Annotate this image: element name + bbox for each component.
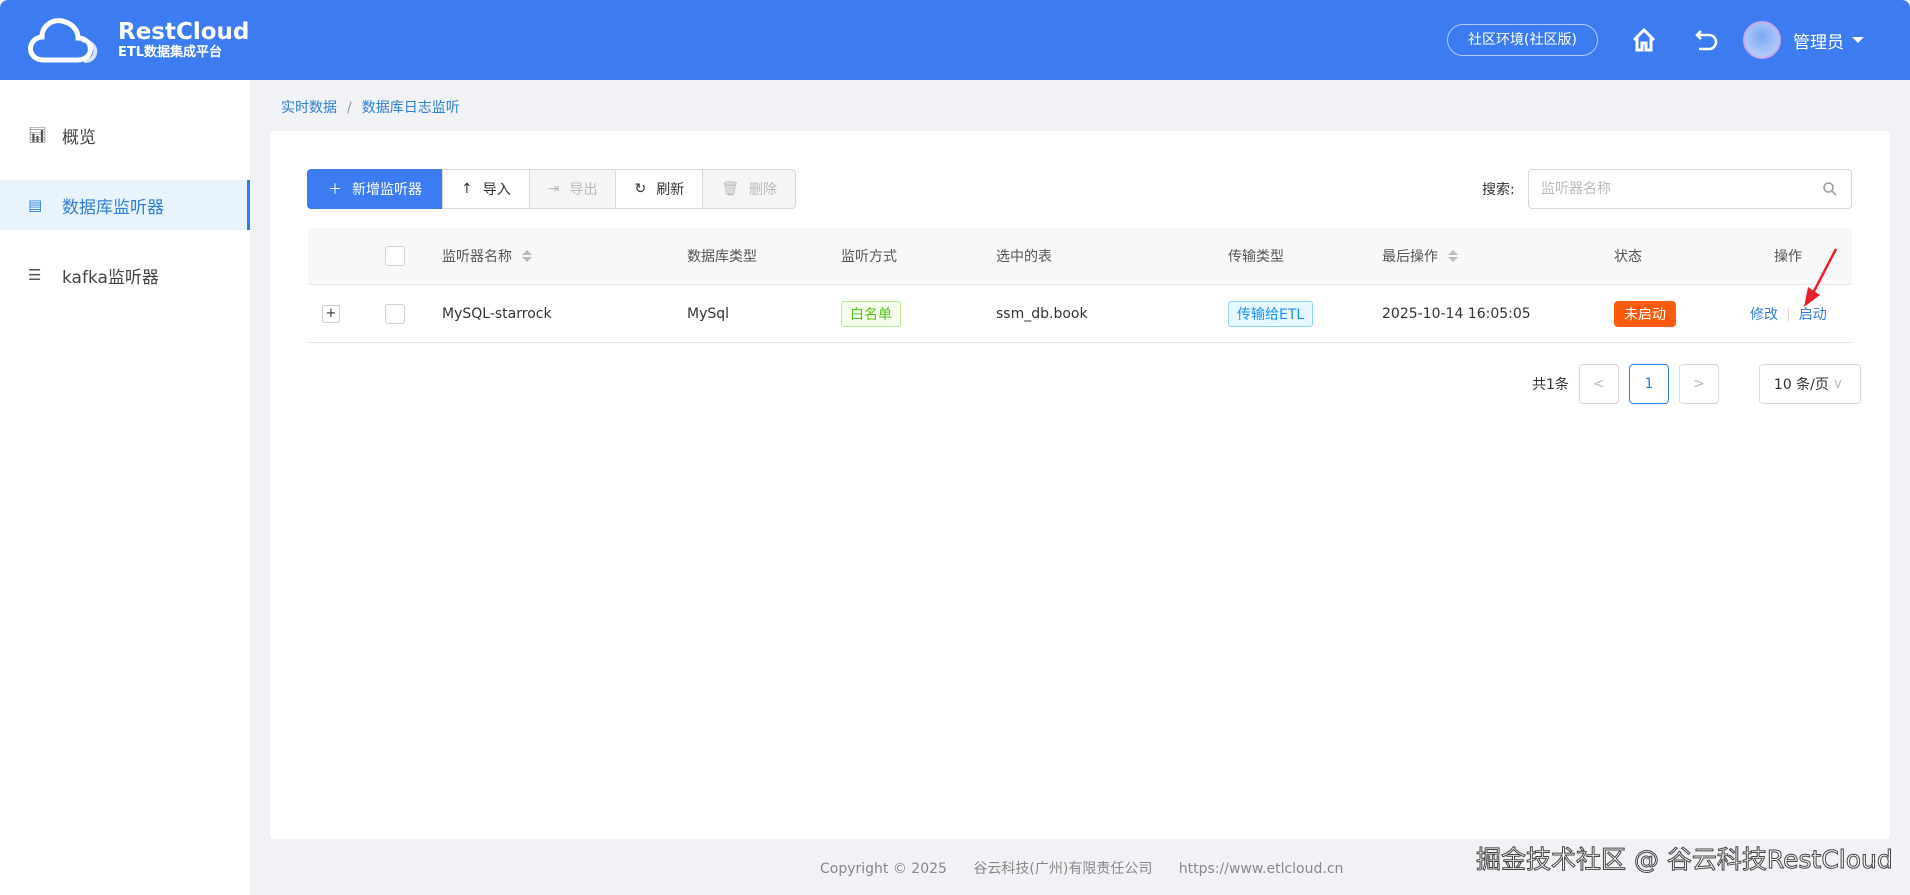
export-label: 导出 [569, 182, 598, 198]
page-size-label: 10 条/页 [1773, 377, 1829, 393]
total-count: 共1条 [1532, 377, 1569, 393]
list-icon: ☰ [28, 266, 42, 284]
table-row: + MySQL-starrock MySql 白名单 ssm_db.book 传… [308, 285, 1852, 343]
select-all-checkbox[interactable] [385, 246, 405, 266]
mode-tag: 白名单 [841, 300, 901, 327]
export-button[interactable]: ⇥ 导出 [528, 169, 617, 209]
plus-icon: ＋ [328, 182, 342, 198]
col-actions: 操作 [1774, 249, 1802, 265]
sidebar: 📊︎ 概览 ▤ 数据库监听器 ☰ kafka监听器 [0, 80, 250, 895]
watermark: 掘金技术社区 @ 谷云科技RestCloud [1476, 845, 1894, 875]
row-checkbox[interactable] [385, 303, 405, 324]
sidebar-item-label: 概览 [62, 127, 96, 148]
refresh-label: 刷新 [656, 182, 685, 198]
arrow-up-icon: ↑ [461, 181, 473, 197]
avatar[interactable] [1743, 21, 1781, 59]
export-icon: ⇥ [547, 181, 560, 197]
page-1-button[interactable]: 1 [1628, 364, 1669, 404]
edit-link[interactable]: 修改 [1750, 304, 1778, 324]
back-icon[interactable] [1692, 26, 1720, 54]
toolbar: ＋ 新增监听器 ↑ 导入 ⇥ 导出 ↻ 刷新 🗑︎ 删除 [307, 169, 796, 209]
search-icon[interactable] [1822, 181, 1838, 197]
cell-name: MySQL-starrock [442, 305, 552, 322]
sidebar-item-database-listener[interactable]: ▤ 数据库监听器 [0, 180, 250, 230]
refresh-icon: ↻ [634, 181, 647, 197]
breadcrumb-realtime[interactable]: 实时数据 [281, 100, 337, 116]
search-input[interactable] [1528, 169, 1852, 209]
logo[interactable]: RestCloud ETL数据集成平台 [26, 16, 249, 64]
cell-table: ssm_db.book [996, 305, 1088, 322]
sort-icon[interactable] [1448, 250, 1458, 262]
home-icon[interactable] [1630, 26, 1658, 54]
col-name[interactable]: 监听器名称 [442, 228, 532, 284]
col-status: 状态 [1614, 249, 1642, 265]
chevron-down-icon[interactable] [1852, 37, 1864, 49]
breadcrumb: 实时数据 / 数据库日志监听 [281, 97, 460, 117]
expand-row-button[interactable]: + [322, 304, 340, 323]
col-last-op-label: 最后操作 [1382, 249, 1438, 265]
import-label: 导入 [482, 182, 511, 198]
sidebar-item-label: 数据库监听器 [62, 197, 164, 218]
trash-icon: 🗑︎ [721, 181, 739, 197]
col-name-label: 监听器名称 [442, 249, 512, 265]
listener-table: 监听器名称 数据库类型 监听方式 选中的表 传输类型 最后操作 状态 操作 + … [308, 228, 1852, 343]
database-icon: ▤ [28, 196, 43, 214]
add-listener-button[interactable]: ＋ 新增监听器 [307, 169, 443, 209]
website-link[interactable]: https://www.etlcloud.cn [1179, 861, 1344, 877]
next-page-button[interactable]: > [1678, 364, 1719, 404]
footer: Copyright © 2025 谷云科技(广州)有限责任公司 https://… [820, 858, 1365, 878]
sort-icon[interactable] [522, 250, 532, 262]
transfer-tag: 传输给ETL [1228, 300, 1314, 327]
pagination: 共1条 < 1 > 10 条/页 ∨ [1532, 364, 1861, 404]
sidebar-item-kafka-listener[interactable]: ☰ kafka监听器 [0, 250, 250, 300]
search-label: 搜索: [1482, 182, 1515, 198]
cell-db-type: MySql [687, 305, 730, 322]
cell-last-op: 2025-10-14 16:05:05 [1382, 305, 1531, 322]
main-card: ＋ 新增监听器 ↑ 导入 ⇥ 导出 ↻ 刷新 🗑︎ 删除 搜索: 监听器名称 数据库类型 … [270, 131, 1890, 839]
refresh-button[interactable]: ↻ 刷新 [615, 169, 704, 209]
environment-badge[interactable]: 社区环境(社区版) [1447, 24, 1598, 56]
sidebar-item-overview[interactable]: 📊︎ 概览 [0, 110, 250, 160]
sidebar-item-label: kafka监听器 [62, 267, 159, 288]
col-db-type: 数据库类型 [687, 249, 757, 265]
user-name[interactable]: 管理员 [1793, 28, 1844, 53]
col-table: 选中的表 [996, 249, 1052, 265]
col-last-op[interactable]: 最后操作 [1382, 228, 1458, 284]
table-header: 监听器名称 数据库类型 监听方式 选中的表 传输类型 最后操作 状态 操作 [308, 228, 1852, 285]
prev-page-button[interactable]: < [1578, 364, 1619, 404]
col-mode: 监听方式 [841, 249, 897, 265]
logo-subtitle: ETL数据集成平台 [118, 45, 223, 60]
breadcrumb-current[interactable]: 数据库日志监听 [362, 100, 460, 116]
page-size-select[interactable]: 10 条/页 ∨ [1758, 364, 1861, 404]
chevron-down-icon: ∨ [1832, 376, 1844, 392]
status-badge: 未启动 [1614, 300, 1676, 327]
breadcrumb-separator: / [347, 100, 352, 116]
copyright: Copyright © 2025 [820, 861, 947, 877]
action-divider: | [1786, 305, 1791, 322]
col-transfer: 传输类型 [1228, 249, 1284, 265]
logo-title: RestCloud [118, 19, 250, 45]
cloud-logo-icon [28, 18, 98, 63]
delete-button[interactable]: 🗑︎ 删除 [702, 169, 796, 209]
import-button[interactable]: ↑ 导入 [442, 169, 530, 209]
delete-label: 删除 [748, 182, 777, 198]
top-header: RestCloud ETL数据集成平台 社区环境(社区版) 管理员 [0, 0, 1910, 80]
bar-chart-icon: 📊︎ [28, 126, 48, 144]
red-arrow-annotation [1804, 248, 1838, 307]
company-name: 谷云科技(广州)有限责任公司 [973, 861, 1153, 877]
add-label: 新增监听器 [352, 182, 422, 198]
